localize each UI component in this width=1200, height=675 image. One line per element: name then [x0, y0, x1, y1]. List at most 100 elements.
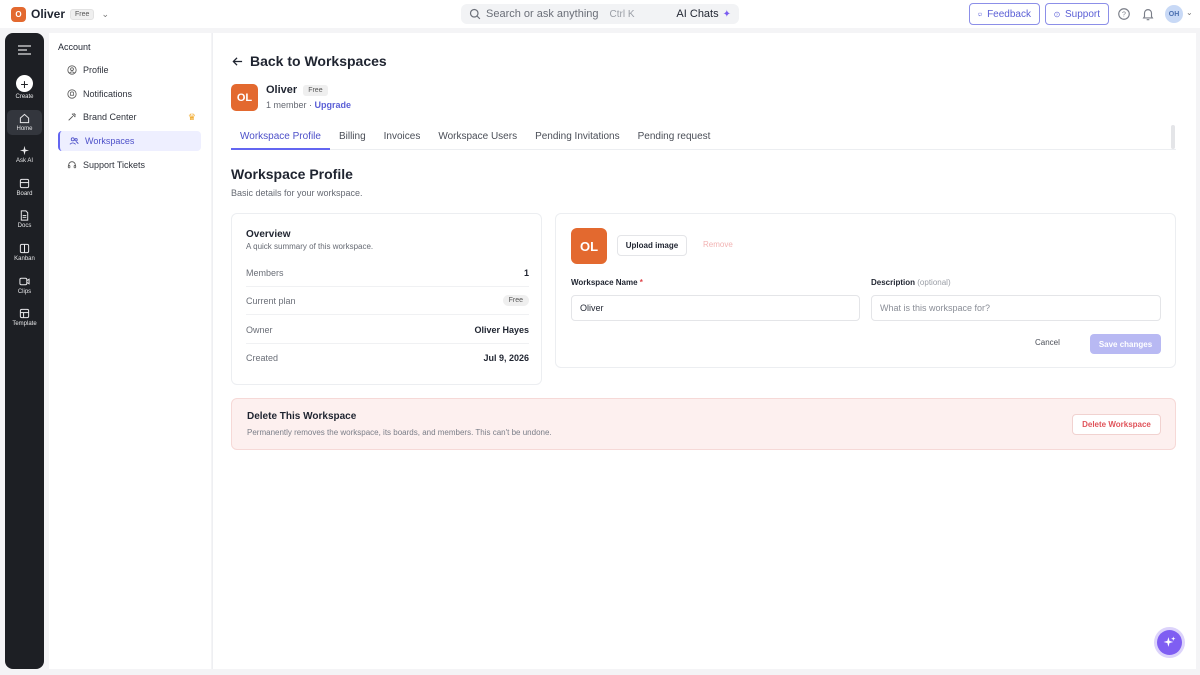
overview-label: Created	[246, 353, 279, 363]
sidebar-item-profile[interactable]: Profile	[58, 60, 201, 80]
save-changes-button[interactable]: Save changes	[1090, 334, 1161, 354]
tabs-scrollbar[interactable]	[1171, 125, 1175, 149]
overview-subtitle: A quick summary of this workspace.	[246, 242, 374, 251]
sidebar-item-workspaces[interactable]: Workspaces	[58, 131, 201, 151]
workspace-switcher[interactable]: O Oliver Free ⌄	[11, 6, 109, 22]
menu-collapse-icon[interactable]	[18, 45, 31, 55]
rail-item-docs[interactable]: Docs	[7, 210, 42, 229]
sidebar-item-label: Support Tickets	[83, 160, 146, 170]
overview-card: Overview A quick summary of this workspa…	[231, 213, 542, 385]
svg-text:?: ?	[1122, 12, 1126, 19]
section-subtitle: Basic details for your workspace.	[231, 188, 363, 198]
description-label: Description (optional)	[871, 278, 951, 287]
overview-row-members: Members 1	[246, 259, 529, 287]
account-sidebar-title: Account	[58, 42, 91, 52]
rail-item-kanban[interactable]: Kanban	[7, 243, 42, 262]
rail-item-create[interactable]: + Create	[7, 75, 42, 100]
message-icon	[978, 12, 982, 16]
overview-title: Overview	[246, 229, 291, 240]
rail-item-clips[interactable]: Clips	[7, 276, 42, 295]
tab-pending-request[interactable]: Pending request	[629, 127, 720, 150]
cancel-button[interactable]: Cancel	[1035, 338, 1060, 347]
sidebar-item-label: Notifications	[83, 89, 133, 99]
overview-value: Jul 9, 2026	[483, 353, 529, 363]
user-circle-icon	[67, 65, 77, 75]
overview-row-owner: Owner Oliver Hayes	[246, 316, 529, 344]
user-avatar[interactable]: OH	[1165, 5, 1183, 23]
user-menu-chevron-icon[interactable]: ⌄	[1186, 8, 1193, 17]
sidebar-item-notifications[interactable]: Notifications	[58, 84, 201, 104]
top-bar: O Oliver Free ⌄ Search or ask anything C…	[0, 0, 1200, 28]
rail-item-home[interactable]: Home	[7, 110, 42, 135]
workspace-avatar-small: O	[11, 6, 26, 22]
feedback-label: Feedback	[987, 8, 1031, 20]
sidebar-item-brand-center[interactable]: Brand Center ♛	[58, 107, 201, 127]
workspace-avatar-large: OL	[571, 228, 607, 264]
rail-item-template[interactable]: Template	[7, 308, 42, 327]
template-icon	[19, 308, 30, 319]
arrow-left-icon	[232, 56, 243, 66]
bell-icon	[67, 89, 77, 99]
description-input[interactable]	[871, 295, 1161, 321]
sidebar-item-label: Workspaces	[85, 136, 135, 146]
tab-workspace-profile[interactable]: Workspace Profile	[231, 127, 330, 150]
svg-text:?: ?	[1056, 12, 1058, 16]
plan-badge: Free	[502, 295, 529, 306]
member-count: 1 member	[266, 100, 307, 110]
search-bar[interactable]: Search or ask anything Ctrl K AI Chats ✦	[461, 4, 739, 24]
rail-item-board[interactable]: Board	[7, 178, 42, 197]
doc-icon	[20, 210, 29, 221]
home-icon	[19, 113, 30, 124]
bell-icon[interactable]	[1141, 7, 1155, 21]
feedback-button[interactable]: Feedback	[969, 3, 1040, 25]
overview-value: 1	[523, 267, 529, 278]
chevron-down-icon: ⌄	[101, 8, 109, 19]
overview-row-created: Created Jul 9, 2026	[246, 344, 529, 372]
workspace-edit-card: OL Upload image Remove Workspace Name * …	[555, 213, 1176, 368]
tab-workspace-users[interactable]: Workspace Users	[429, 127, 526, 150]
plan-badge: Free	[303, 84, 328, 96]
danger-title: Delete This Workspace	[247, 411, 357, 422]
upload-image-button[interactable]: Upload image	[617, 235, 687, 256]
ai-chats-button[interactable]: AI Chats ✦	[676, 8, 731, 20]
rail-item-ask-ai[interactable]: Ask AI	[7, 145, 42, 164]
rail-label: Ask AI	[15, 158, 33, 164]
rail-label: Home	[16, 126, 33, 132]
rail-label: Template	[12, 321, 37, 327]
plus-icon: +	[16, 75, 33, 92]
kanban-icon	[19, 243, 30, 254]
rail-label: Clips	[17, 289, 32, 295]
ai-chats-label: AI Chats	[676, 8, 719, 20]
overview-label: Members	[246, 267, 284, 278]
rail-label: Board	[16, 191, 33, 197]
account-sidebar: Account Profile Notifications Brand Cent…	[49, 33, 211, 669]
search-placeholder: Search or ask anything	[486, 8, 599, 20]
search-icon	[469, 8, 481, 20]
help-circle-icon: ?	[1054, 11, 1060, 17]
tab-pending-invitations[interactable]: Pending Invitations	[526, 127, 629, 150]
brush-icon	[68, 112, 77, 121]
optional-hint: (optional)	[917, 278, 951, 287]
meta-separator: ·	[309, 100, 313, 110]
support-label: Support	[1064, 8, 1100, 20]
ai-assistant-button[interactable]	[1157, 630, 1182, 655]
sparkle-icon	[1163, 636, 1176, 647]
help-icon[interactable]: ?	[1117, 7, 1131, 21]
workspace-name: Oliver	[31, 7, 66, 21]
workspace-name-input[interactable]	[571, 295, 860, 321]
tab-billing[interactable]: Billing	[330, 127, 375, 150]
board-icon	[19, 178, 30, 189]
back-to-workspaces-link[interactable]: Back to Workspaces	[232, 53, 387, 69]
upgrade-link[interactable]: Upgrade	[315, 100, 352, 110]
tab-invoices[interactable]: Invoices	[375, 127, 430, 150]
remove-image-button[interactable]: Remove	[703, 240, 733, 249]
rail-label: Kanban	[14, 256, 35, 262]
delete-workspace-button[interactable]: Delete Workspace	[1072, 414, 1161, 435]
sidebar-item-support-tickets[interactable]: Support Tickets	[58, 155, 201, 175]
workspace-header: OL Oliver Free 1 member · Upgrade	[231, 84, 351, 111]
required-mark: *	[639, 278, 643, 287]
headset-icon	[67, 161, 77, 169]
overview-label: Current plan	[246, 295, 296, 306]
support-button[interactable]: ? Support	[1045, 3, 1109, 25]
overview-label: Owner	[246, 324, 273, 335]
